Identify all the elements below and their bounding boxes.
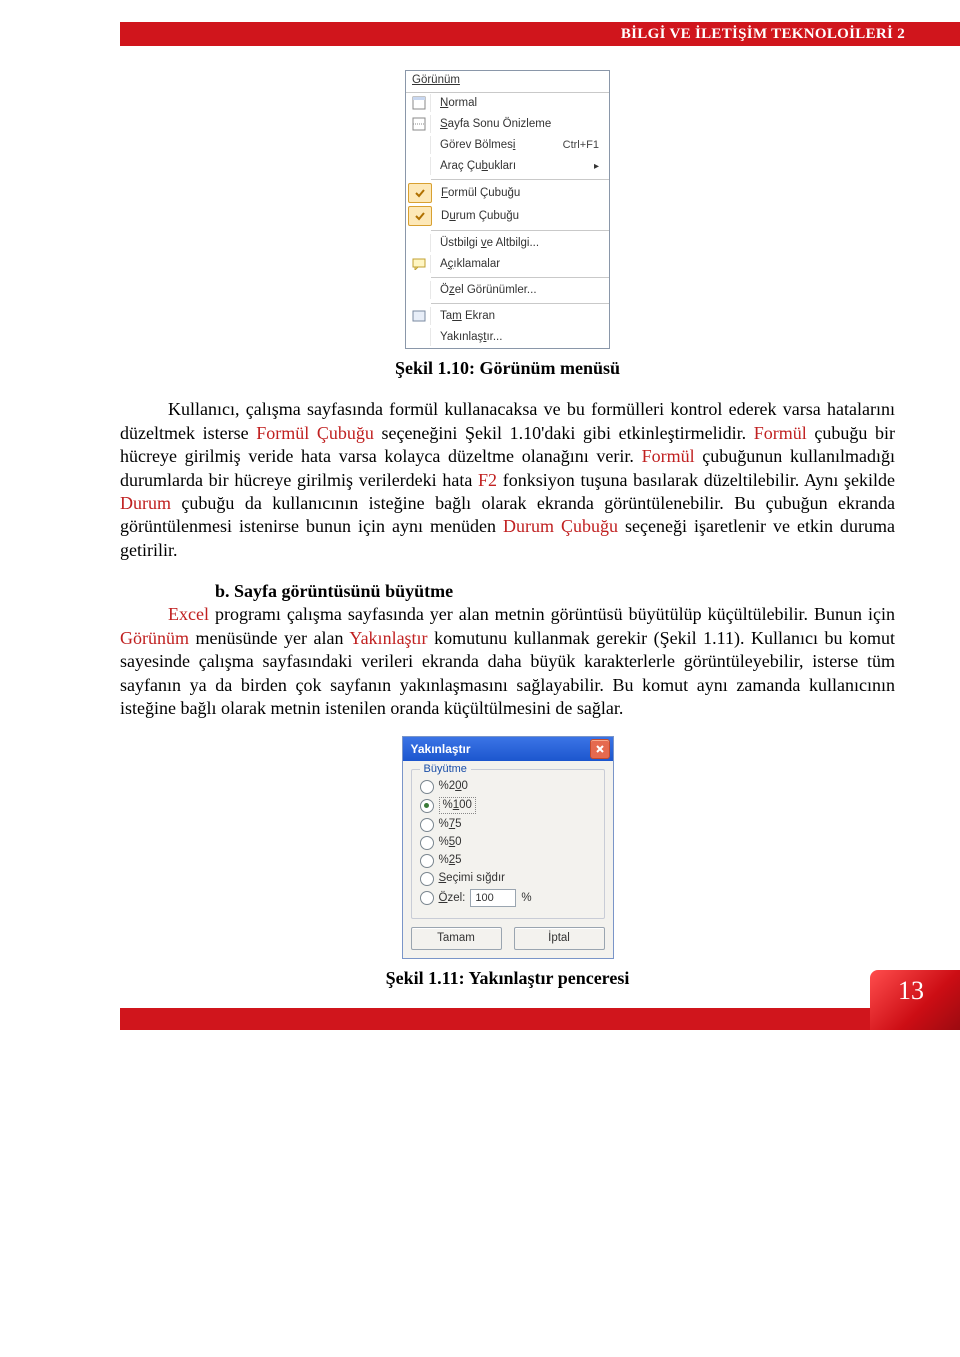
menu-item-arac-cubuklari[interactable]: Araç Çubukları ▸: [406, 156, 609, 177]
radio-icon: [420, 818, 434, 832]
ok-button[interactable]: Tamam: [411, 927, 502, 950]
menu-item-ozel-gorunumler[interactable]: Özel Görünümler...: [406, 280, 609, 301]
check-icon: [408, 183, 432, 203]
radio-75[interactable]: %75: [420, 817, 596, 832]
menu-separator: [431, 179, 609, 180]
page-header: BİLGİ VE İLETİŞİM TEKNOLOİLERİ 2: [120, 22, 960, 46]
magnification-group: Büyütme %200 %100 %75 %50: [411, 769, 605, 919]
group-title: Büyütme: [420, 762, 471, 776]
figure-caption-1: Şekil 1.10: Görünüm menüsü: [120, 357, 895, 380]
blank-icon: [408, 328, 431, 346]
radio-25[interactable]: %25: [420, 853, 596, 868]
radio-icon: [420, 872, 434, 886]
radio-icon: [420, 836, 434, 850]
page-number-block: 13: [870, 970, 960, 1030]
submenu-arrow-icon: ▸: [594, 160, 605, 173]
dialog-title: Yakınlaştır: [411, 742, 471, 758]
page-content: Görünüm Normal Sayfa Sonu Önizleme Görev…: [0, 0, 960, 1048]
comment-icon: [408, 255, 431, 273]
paragraph-1: Kullanıcı, çalışma sayfasında formül kul…: [120, 398, 895, 562]
blank-icon: [408, 234, 431, 252]
menu-separator: [431, 303, 609, 304]
subheading-b: b. Sayfa görüntüsünü büyütme: [215, 580, 895, 603]
blank-icon: [408, 281, 431, 299]
menu-separator: [431, 277, 609, 278]
blank-icon: [408, 157, 431, 175]
page-break-icon: [408, 115, 431, 133]
menu-item-ustbilgi-altbilgi[interactable]: Üstbilgi ve Altbilgi...: [406, 233, 609, 254]
cancel-button[interactable]: İptal: [514, 927, 605, 950]
paragraph-2: Excel programı çalışma sayfasında yer al…: [120, 603, 895, 720]
zoom-dialog: Yakınlaştır Büyütme %200 %100 %75: [402, 736, 614, 959]
menu-item-tam-ekran[interactable]: Tam Ekran: [406, 306, 609, 327]
menu-item-formul-cubugu[interactable]: Formül Çubuğu: [406, 182, 609, 205]
page-number: 13: [898, 976, 924, 1006]
yakinlastir-dialog-figure: Yakınlaştır Büyütme %200 %100 %75: [402, 736, 614, 959]
menu-item-normal[interactable]: Normal: [406, 93, 609, 114]
radio-100[interactable]: %100: [420, 797, 596, 814]
figure-caption-2: Şekil 1.11: Yakınlaştır penceresi: [120, 967, 895, 990]
close-button[interactable]: [590, 739, 610, 759]
menu-separator: [431, 230, 609, 231]
blank-icon: [408, 136, 431, 154]
gorunum-menu-figure: Görünüm Normal Sayfa Sonu Önizleme Görev…: [405, 70, 610, 349]
radio-icon: [420, 780, 434, 794]
menu-item-durum-cubugu[interactable]: Durum Çubuğu: [406, 205, 609, 228]
footer-stripe: [120, 1008, 960, 1030]
menu-title: Görünüm: [406, 71, 609, 93]
close-icon: [595, 744, 605, 754]
menu-item-gorev-bolmesi[interactable]: Görev Bölmesi Ctrl+F1: [406, 135, 609, 156]
radio-icon: [420, 799, 434, 813]
radio-icon: [420, 891, 434, 905]
header-title: BİLGİ VE İLETİŞİM TEKNOLOİLERİ 2: [621, 26, 905, 43]
fullscreen-icon: [408, 307, 431, 325]
radio-icon: [420, 854, 434, 868]
custom-zoom-input[interactable]: 100: [470, 889, 516, 907]
radio-fit-selection[interactable]: Seçimi sığdır: [420, 871, 596, 886]
radio-200[interactable]: %200: [420, 779, 596, 794]
menu-item-aciklamalar[interactable]: Açıklamalar: [406, 254, 609, 275]
menu-item-yakinlastir[interactable]: Yakınlaştır...: [406, 327, 609, 348]
radio-50[interactable]: %50: [420, 835, 596, 850]
dialog-titlebar: Yakınlaştır: [403, 737, 613, 761]
gorunum-menu: Görünüm Normal Sayfa Sonu Önizleme Görev…: [405, 70, 610, 349]
percent-label: %: [521, 891, 531, 906]
shortcut-label: Ctrl+F1: [563, 138, 605, 152]
check-icon: [408, 206, 432, 226]
menu-item-sayfa-sonu[interactable]: Sayfa Sonu Önizleme: [406, 114, 609, 135]
radio-custom[interactable]: Özel: 100 %: [420, 889, 596, 907]
doc-normal-icon: [408, 94, 431, 112]
